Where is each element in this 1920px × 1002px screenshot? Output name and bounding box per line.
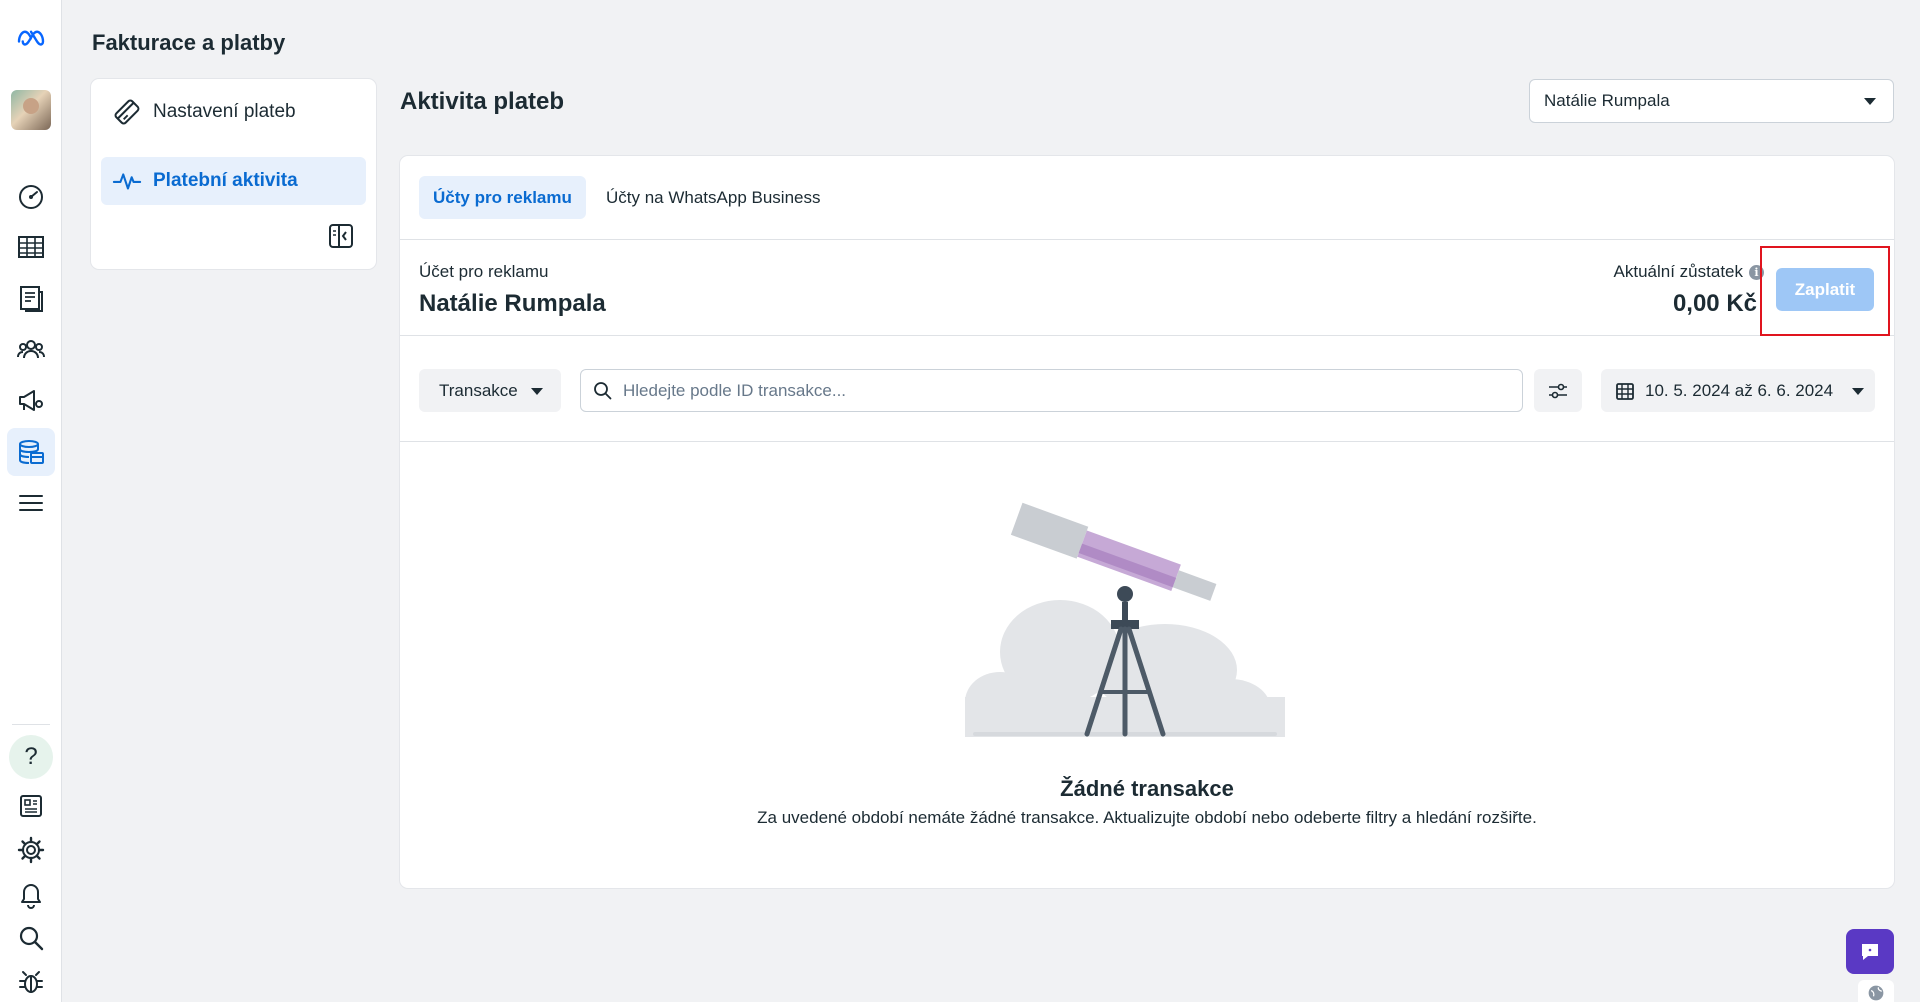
search-field[interactable]: Hledejte podle ID transakce...: [580, 369, 1523, 412]
audience-icon[interactable]: [7, 325, 55, 373]
gear-icon[interactable]: [7, 826, 55, 874]
tab-whatsapp-business[interactable]: Účty na WhatsApp Business: [592, 176, 834, 219]
balance-label: Aktuální zůstatek: [1613, 262, 1743, 281]
sliders-icon: [1549, 383, 1567, 398]
account-label: Účet pro reklamu: [419, 262, 549, 281]
account-select-value: Natálie Rumpala: [1544, 91, 1670, 110]
caret-down-icon: [1852, 387, 1865, 395]
profile-avatar[interactable]: [7, 86, 55, 134]
filter-settings-button[interactable]: [1534, 369, 1582, 412]
section-title: Aktivita plateb: [400, 88, 565, 115]
left-rail: ?: [0, 0, 62, 1002]
account-select[interactable]: Natálie Rumpala: [1529, 79, 1894, 123]
search-input[interactable]: Hledejte podle ID transakce...: [623, 381, 846, 401]
caret-down-icon: [1864, 98, 1876, 105]
collapse-panel-icon[interactable]: [328, 223, 354, 249]
avatar: [11, 90, 51, 130]
globe-button[interactable]: [1858, 980, 1894, 1002]
empty-state: Žádné transakce Za uvedené období nemáte…: [400, 442, 1894, 888]
balance-label-row: Aktuální zůstatek i: [1614, 262, 1764, 282]
ads-manager-icon[interactable]: [7, 376, 55, 424]
globe-icon: [1868, 985, 1884, 1001]
nav-item-label: Platební aktivita: [153, 170, 298, 191]
account-summary: Účet pro reklamu Natálie Rumpala Aktuáln…: [400, 240, 1894, 336]
pay-button[interactable]: Zaplatit: [1776, 268, 1874, 311]
card-icon: [111, 96, 143, 128]
bell-icon[interactable]: [7, 870, 55, 918]
transaction-type-value: Transakce: [439, 380, 518, 400]
date-range-picker[interactable]: 10. 5. 2024 až 6. 6. 2024: [1601, 369, 1875, 412]
transaction-type-select[interactable]: Transakce: [419, 369, 561, 412]
tab-ad-accounts[interactable]: Účty pro reklamu: [419, 176, 586, 219]
page-title: Fakturace a platby: [92, 30, 286, 55]
table-icon[interactable]: [7, 223, 55, 271]
bug-icon[interactable]: [7, 958, 55, 1002]
help-button[interactable]: ?: [7, 733, 55, 781]
balance-value: 0,00 Kč: [1672, 290, 1757, 317]
chat-icon: [1862, 943, 1878, 960]
pages-icon[interactable]: [7, 274, 55, 322]
billing-nav: Nastavení plateb Platební aktivita: [91, 79, 376, 269]
news-icon[interactable]: [7, 782, 55, 830]
nav-item-payment-settings[interactable]: Nastavení plateb: [101, 88, 366, 136]
nav-item-payment-activity[interactable]: Platební aktivita: [101, 157, 366, 205]
caret-down-icon: [530, 387, 543, 395]
filter-bar: Transakce Hledejte podle ID transakce...…: [400, 336, 1894, 442]
billing-icon[interactable]: [7, 428, 55, 476]
date-range-value: 10. 5. 2024 až 6. 6. 2024: [1645, 380, 1834, 400]
payment-activity-card: Účty pro reklamu Účty na WhatsApp Busine…: [400, 156, 1894, 888]
nav-item-label: Nastavení plateb: [153, 101, 296, 122]
activity-icon: [111, 165, 143, 197]
dashboard-icon[interactable]: [7, 172, 55, 220]
menu-icon[interactable]: [7, 479, 55, 527]
search-icon: [594, 381, 612, 399]
help-icon: ?: [9, 735, 53, 779]
rail-divider: [12, 724, 50, 725]
chat-button[interactable]: [1846, 929, 1894, 974]
empty-state-description: Za uvedené období nemáte žádné transakce…: [757, 808, 1537, 827]
meta-logo-icon[interactable]: [7, 13, 55, 61]
calendar-icon: [1616, 382, 1634, 400]
account-name: Natálie Rumpala: [419, 290, 606, 317]
empty-state-title: Žádné transakce: [1060, 776, 1234, 801]
search-icon[interactable]: [7, 914, 55, 962]
account-type-tabs: Účty pro reklamu Účty na WhatsApp Busine…: [400, 156, 1894, 240]
telescope-illustration: [965, 502, 1285, 737]
